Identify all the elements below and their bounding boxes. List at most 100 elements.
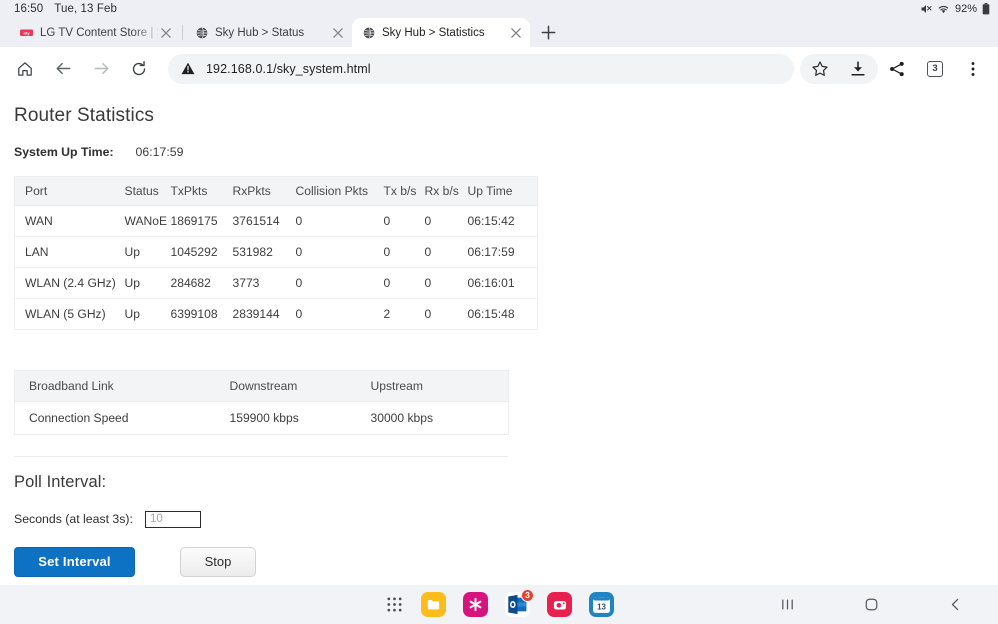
folder-icon[interactable] xyxy=(421,592,446,617)
cell-rxbs: 0 xyxy=(425,267,468,298)
status-date: Tue, 13 Feb xyxy=(54,3,117,15)
browser-tab-1[interactable]: Sky Hub > Status xyxy=(185,18,352,47)
port-statistics-table: Port Status TxPkts RxPkts Collision Pkts… xyxy=(14,176,538,330)
sky-logo-icon: sky xyxy=(20,26,33,39)
battery-icon xyxy=(982,3,990,15)
poll-seconds-input[interactable] xyxy=(145,511,201,528)
tab-count-value: 3 xyxy=(927,61,943,77)
tab-divider xyxy=(182,25,183,40)
web-page-content: Router Statistics System Up Time: 06:17:… xyxy=(0,90,998,585)
cell-txbs: 2 xyxy=(384,298,425,329)
address-bar-url[interactable]: 192.168.0.1/sky_system.html xyxy=(206,62,371,76)
cell-txbs: 0 xyxy=(384,267,425,298)
poll-seconds-label: Seconds (at least 3s): xyxy=(14,512,133,526)
cell-upstream: 30000 kbps xyxy=(371,401,509,434)
table-row: LAN Up 1045292 531982 0 0 0 06:17:59 xyxy=(15,236,538,267)
download-icon[interactable] xyxy=(843,54,873,84)
mute-icon xyxy=(920,3,932,15)
close-icon[interactable] xyxy=(508,25,524,41)
more-vertical-icon[interactable] xyxy=(958,54,988,84)
status-indicators: 92% xyxy=(920,3,990,15)
svg-text:sky: sky xyxy=(23,31,30,35)
cell-status: Up xyxy=(125,298,171,329)
cell-link-label: Connection Speed xyxy=(15,401,230,434)
page-title: Router Statistics xyxy=(14,104,984,129)
screen: 16:50 Tue, 13 Feb 92% sky LG TV Content … xyxy=(0,0,998,624)
cell-rxpkts: 531982 xyxy=(233,236,296,267)
share-icon[interactable] xyxy=(882,54,912,84)
calendar-day-number: 13 xyxy=(597,602,606,611)
grid-icon[interactable] xyxy=(384,595,404,615)
set-interval-button[interactable]: Set Interval xyxy=(14,547,135,577)
broadband-link-table: Broadband Link Downstream Upstream Conne… xyxy=(14,370,509,435)
cell-port: WLAN (2.4 GHz) xyxy=(15,267,125,298)
cell-rxpkts: 3761514 xyxy=(233,205,296,236)
cell-status: Up xyxy=(125,236,171,267)
cell-downstream: 159900 kbps xyxy=(230,401,371,434)
cell-txbs: 0 xyxy=(384,205,425,236)
toolbar-action-pill xyxy=(800,54,878,84)
cell-rxbs: 0 xyxy=(425,236,468,267)
browser-tab-title: Sky Hub > Statistics xyxy=(382,27,508,39)
camera-icon[interactable] xyxy=(547,592,572,617)
globe-icon xyxy=(195,26,208,39)
cell-status: WANoE xyxy=(125,205,171,236)
outlook-icon[interactable]: 3 xyxy=(505,592,530,617)
cell-uptime: 06:15:48 xyxy=(468,298,538,329)
column-header-broadband-link: Broadband Link xyxy=(15,370,230,401)
system-uptime-value: 06:17:59 xyxy=(136,145,184,159)
section-divider xyxy=(14,456,508,457)
close-icon[interactable] xyxy=(158,25,174,41)
browser-tab-2[interactable]: Sky Hub > Statistics xyxy=(352,18,530,47)
reload-icon[interactable] xyxy=(124,54,154,84)
cell-port: LAN xyxy=(15,236,125,267)
home-circle-icon[interactable] xyxy=(860,594,882,616)
poll-seconds-row: Seconds (at least 3s): xyxy=(14,511,984,528)
cell-txbs: 0 xyxy=(384,236,425,267)
cell-status: Up xyxy=(125,267,171,298)
system-uptime-label: System Up Time: xyxy=(14,145,114,159)
browser-tab-title: LG TV Content Store | Sky Co xyxy=(40,27,158,39)
table-row: WLAN (5 GHz) Up 6399108 2839144 0 2 0 06… xyxy=(15,298,538,329)
cell-rxbs: 0 xyxy=(425,205,468,236)
status-clock: 16:50 xyxy=(14,3,43,15)
stop-button[interactable]: Stop xyxy=(180,547,256,577)
cell-txpkts: 6399108 xyxy=(171,298,233,329)
calendar-icon[interactable]: 13 xyxy=(589,592,614,617)
not-secure-warning-icon[interactable] xyxy=(181,62,196,75)
browser-tab-0[interactable]: sky LG TV Content Store | Sky Co xyxy=(10,18,180,47)
address-bar[interactable]: 192.168.0.1/sky_system.html xyxy=(168,54,794,84)
cell-rxpkts: 2839144 xyxy=(233,298,296,329)
cell-uptime: 06:17:59 xyxy=(468,236,538,267)
toolbar-actions: 3 xyxy=(800,54,992,84)
tab-count-button[interactable]: 3 xyxy=(920,54,950,84)
new-tab-button[interactable] xyxy=(534,19,562,47)
cell-collision: 0 xyxy=(296,267,384,298)
cell-uptime: 06:15:42 xyxy=(468,205,538,236)
star-icon[interactable] xyxy=(805,54,835,84)
forward-arrow-icon[interactable] xyxy=(86,54,116,84)
home-icon[interactable] xyxy=(10,54,40,84)
table-header-row: Port Status TxPkts RxPkts Collision Pkts… xyxy=(15,176,538,205)
cell-rxbs: 0 xyxy=(425,298,468,329)
column-header-rxbs: Rx b/s xyxy=(425,176,468,205)
close-icon[interactable] xyxy=(330,25,346,41)
column-header-txbs: Tx b/s xyxy=(384,176,425,205)
cell-rxpkts: 3773 xyxy=(233,267,296,298)
cell-collision: 0 xyxy=(296,205,384,236)
cell-txpkts: 1869175 xyxy=(171,205,233,236)
wifi-icon xyxy=(937,3,950,15)
system-uptime: System Up Time: 06:17:59 xyxy=(14,145,984,159)
browser-tab-title: Sky Hub > Status xyxy=(215,27,330,39)
notification-badge: 3 xyxy=(521,589,534,602)
cell-uptime: 06:16:01 xyxy=(468,267,538,298)
back-arrow-icon[interactable] xyxy=(48,54,78,84)
table-row: WAN WANoE 1869175 3761514 0 0 0 06:15:42 xyxy=(15,205,538,236)
back-chevron-icon[interactable] xyxy=(944,594,966,616)
column-header-downstream: Downstream xyxy=(230,370,371,401)
cell-port: WLAN (5 GHz) xyxy=(15,298,125,329)
asterisk-icon[interactable] xyxy=(463,592,488,617)
globe-icon xyxy=(362,26,375,39)
cell-txpkts: 1045292 xyxy=(171,236,233,267)
recents-icon[interactable] xyxy=(776,594,798,616)
